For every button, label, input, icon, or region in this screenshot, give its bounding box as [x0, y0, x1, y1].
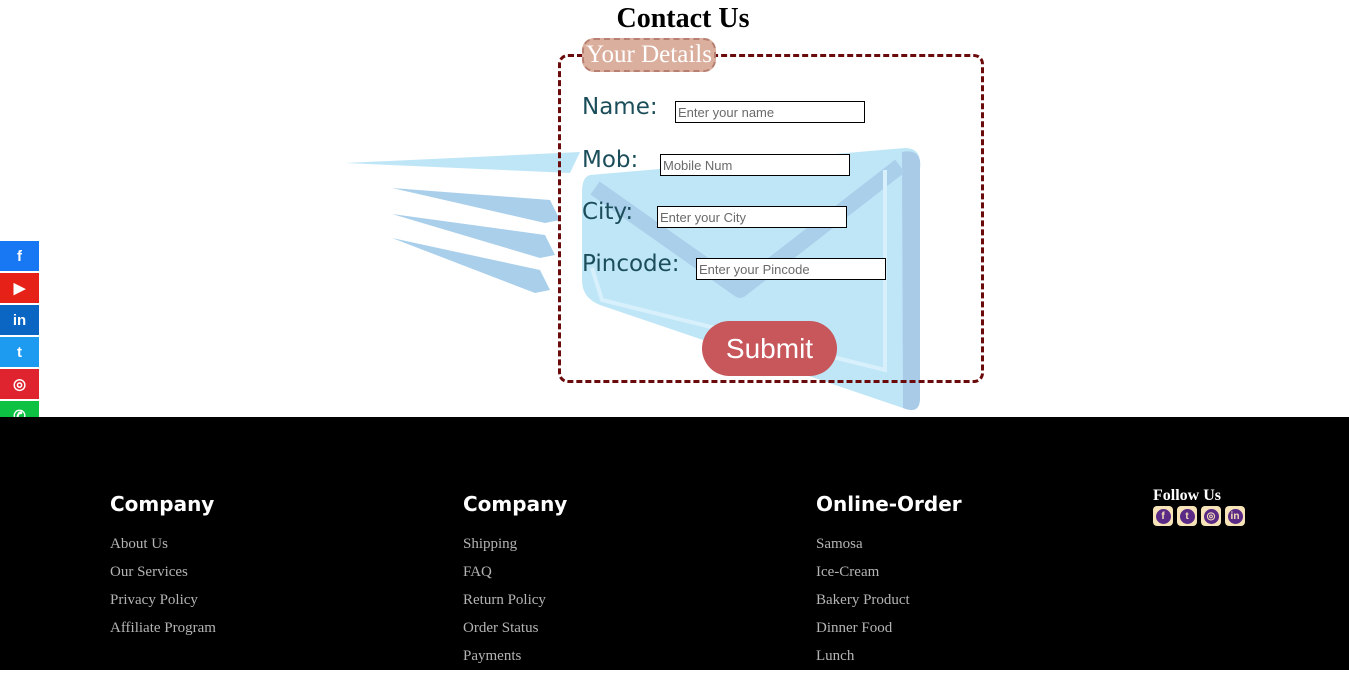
footer-column-title: Company — [463, 492, 568, 516]
footer-link[interactable]: Our Services — [110, 562, 216, 590]
footer-link[interactable]: Return Policy — [463, 590, 567, 618]
follow-us: Follow Us f t ◎ in — [1153, 487, 1245, 526]
footer-link[interactable]: Samosa — [816, 534, 962, 562]
footer-column-company: Company About Us Our Services Privacy Po… — [110, 492, 216, 646]
submit-button[interactable]: Submit — [702, 321, 837, 376]
footer-column-company-2: Company Shipping FAQ Return Policy Order… — [463, 492, 567, 674]
footer: Company About Us Our Services Privacy Po… — [0, 417, 1349, 670]
footer-column-title: Online-Order — [816, 492, 962, 516]
name-input[interactable] — [675, 101, 865, 123]
twitter-icon[interactable]: t — [0, 337, 39, 367]
footer-column-online-order: Online-Order Samosa Ice-Cream Bakery Pro… — [816, 492, 962, 674]
facebook-icon[interactable]: f — [0, 241, 39, 271]
footer-link[interactable]: FAQ — [463, 562, 567, 590]
social-sidebar: f ▶ in t ◎ ✆ — [0, 241, 39, 433]
pincode-input[interactable] — [696, 258, 886, 280]
mobile-input[interactable] — [660, 154, 850, 176]
name-label: Name: — [582, 94, 658, 120]
details-legend: Your Details — [582, 38, 716, 72]
footer-link[interactable]: Order Status — [463, 618, 567, 646]
twitter-icon[interactable]: t — [1177, 506, 1197, 526]
youtube-icon[interactable]: ▶ — [0, 273, 39, 303]
footer-column-title: Company — [110, 492, 215, 516]
footer-link[interactable]: Dinner Food — [816, 618, 962, 646]
footer-link[interactable]: Ice-Cream — [816, 562, 962, 590]
instagram-icon[interactable]: ◎ — [0, 369, 39, 399]
pincode-label: Pincode: — [582, 251, 680, 277]
follow-us-title: Follow Us — [1153, 487, 1221, 504]
city-label: City: — [582, 199, 634, 225]
page-title: Contact Us — [616, 3, 750, 34]
footer-link[interactable]: Bakery Product — [816, 590, 962, 618]
footer-link[interactable]: About Us — [110, 534, 216, 562]
linkedin-icon[interactable]: in — [0, 305, 39, 335]
city-input[interactable] — [657, 206, 847, 228]
footer-link[interactable]: Privacy Policy — [110, 590, 216, 618]
footer-link[interactable]: Shipping — [463, 534, 567, 562]
mobile-label: Mob: — [582, 147, 639, 173]
facebook-icon[interactable]: f — [1153, 506, 1173, 526]
footer-link[interactable]: Affiliate Program — [110, 618, 216, 646]
linkedin-icon[interactable]: in — [1225, 506, 1245, 526]
instagram-icon[interactable]: ◎ — [1201, 506, 1221, 526]
